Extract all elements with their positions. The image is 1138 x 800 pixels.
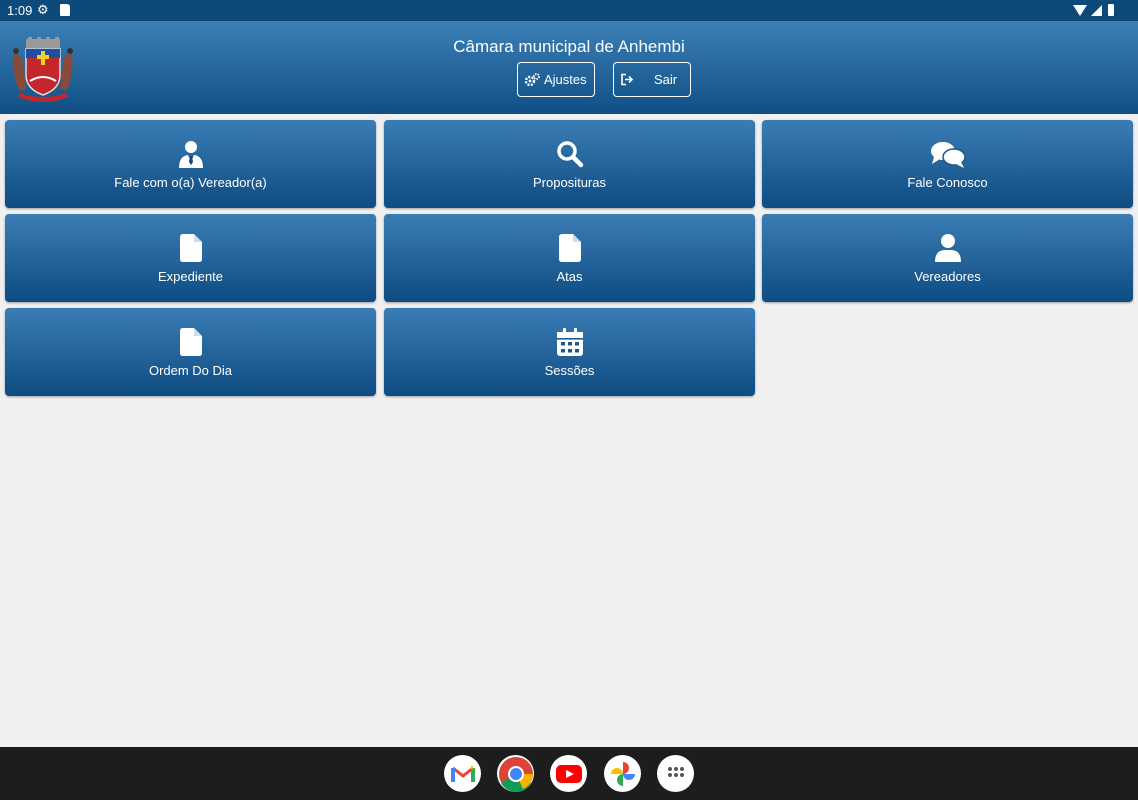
battery-icon <box>1108 4 1114 16</box>
tile-sessoes[interactable]: Sessões <box>384 308 755 396</box>
tile-expediente[interactable]: Expediente <box>5 214 376 302</box>
comments-icon <box>930 142 966 168</box>
logout-button-label: Sair <box>654 72 678 87</box>
status-bar: 1:09 ⚙ <box>0 0 1138 21</box>
tile-proposituras[interactable]: Proposituras <box>384 120 755 208</box>
photos-icon <box>610 761 635 786</box>
tile-label: Fale com o(a) Vereador(a) <box>114 175 267 190</box>
gmail-icon <box>450 765 475 782</box>
user-icon <box>934 234 961 262</box>
sign-out-icon <box>621 73 634 86</box>
tile-label: Vereadores <box>914 269 981 284</box>
tile-label: Sessões <box>544 363 595 378</box>
chrome-app[interactable] <box>497 755 534 792</box>
tile-label: Ordem Do Dia <box>148 363 233 378</box>
signal-icon <box>1091 4 1102 16</box>
document-icon <box>558 234 581 262</box>
apps-icon <box>667 766 684 777</box>
navigation-bar <box>0 747 1138 800</box>
tile-ordem-do-dia[interactable]: Ordem Do Dia <box>5 308 376 396</box>
tile-vereadores[interactable]: Vereadores <box>762 214 1133 302</box>
calendar-icon <box>556 328 583 356</box>
chrome-icon <box>498 756 533 792</box>
settings-button[interactable]: Ajustes <box>517 62 595 97</box>
settings-notification-icon: ⚙ <box>37 2 49 17</box>
app-drawer-button[interactable] <box>657 755 694 792</box>
gmail-app[interactable] <box>444 755 481 792</box>
status-indicators <box>1073 4 1114 16</box>
tile-fale-com-vereador[interactable]: Fale com o(a) Vereador(a) <box>5 120 376 208</box>
wifi-icon <box>1073 4 1087 16</box>
tile-label: Fale Conosco <box>907 175 988 190</box>
youtube-app[interactable] <box>550 755 587 792</box>
document-icon <box>179 328 202 356</box>
tile-fale-conosco[interactable]: Fale Conosco <box>762 120 1133 208</box>
tile-label: Proposituras <box>533 175 606 190</box>
app-title: Câmara municipal de Anhembi <box>453 37 685 56</box>
user-tie-icon <box>178 141 203 168</box>
cogs-icon <box>524 72 540 86</box>
sd-card-icon <box>60 4 70 16</box>
search-icon <box>556 141 583 168</box>
app-header: Câmara municipal de Anhembi Ajustes Sair <box>0 21 1138 114</box>
tile-label: Expediente <box>157 269 224 284</box>
youtube-icon <box>555 764 582 783</box>
settings-button-label: Ajustes <box>544 72 587 87</box>
tile-label: Atas <box>556 269 583 284</box>
logout-button[interactable]: Sair <box>613 62 691 97</box>
photos-app[interactable] <box>604 755 641 792</box>
tile-atas[interactable]: Atas <box>384 214 755 302</box>
document-icon <box>179 234 202 262</box>
status-time: 1:09 <box>7 3 33 18</box>
